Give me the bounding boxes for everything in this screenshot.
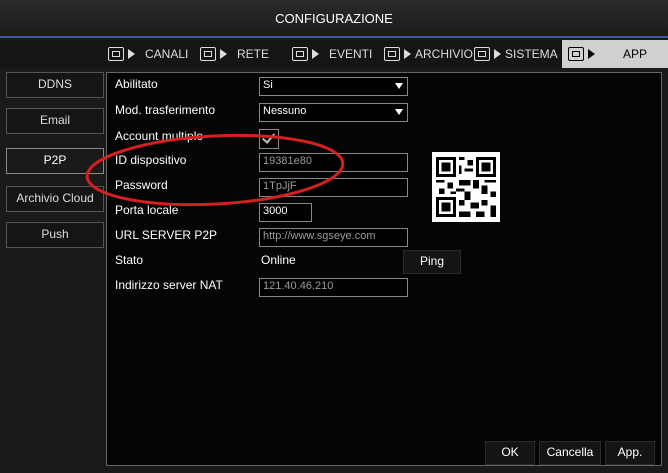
nat-server-field[interactable]: 121.40.46.210 bbox=[259, 278, 408, 297]
enabled-select[interactable]: Si bbox=[259, 77, 408, 96]
arrow-right-icon bbox=[404, 49, 411, 59]
dropdown-arrow-icon bbox=[395, 83, 403, 89]
status-label: Stato bbox=[115, 253, 144, 267]
tab-label: ARCHIVIO bbox=[415, 47, 474, 61]
warning-icon bbox=[292, 47, 308, 61]
nat-server-label: Indirizzo server NAT bbox=[115, 278, 223, 292]
camera-icon bbox=[108, 47, 124, 61]
sidebar-item-p2p[interactable]: P2P bbox=[6, 148, 104, 174]
tab-rete[interactable]: RETE bbox=[200, 40, 269, 68]
status-value: Online bbox=[261, 253, 296, 267]
sidebar-item-ddns[interactable]: DDNS bbox=[6, 72, 104, 98]
local-port-field[interactable]: 3000 bbox=[259, 203, 312, 222]
arrow-right-icon bbox=[312, 49, 319, 59]
transfer-mode-value: Nessuno bbox=[263, 105, 307, 117]
enabled-label: Abilitato bbox=[115, 77, 158, 91]
transfer-mode-label: Mod. trasferimento bbox=[115, 103, 216, 117]
tab-app[interactable]: APP bbox=[562, 40, 668, 68]
server-url-field[interactable]: http://www.sgseye.com bbox=[259, 228, 408, 247]
ok-button[interactable]: OK bbox=[485, 441, 535, 465]
device-id-field[interactable]: 19381e80 bbox=[259, 153, 408, 172]
app-icon bbox=[568, 47, 584, 61]
window-title: CONFIGURAZIONE bbox=[0, 0, 668, 38]
arrow-right-icon bbox=[588, 49, 595, 59]
password-field[interactable]: 1TpJjF bbox=[259, 178, 408, 197]
multi-account-label: Account multiplo bbox=[115, 129, 204, 143]
device-id-label: ID dispositivo bbox=[115, 153, 187, 167]
qr-code-image bbox=[432, 152, 500, 222]
tab-eventi[interactable]: EVENTI bbox=[292, 40, 372, 68]
monitor-icon bbox=[474, 47, 490, 61]
arrow-right-icon bbox=[494, 49, 501, 59]
sidebar: DDNS Email P2P Archivio Cloud Push bbox=[6, 72, 104, 462]
apply-button[interactable]: App. bbox=[605, 441, 655, 465]
transfer-mode-select[interactable]: Nessuno bbox=[259, 103, 408, 122]
dropdown-arrow-icon bbox=[395, 109, 403, 115]
local-port-label: Porta locale bbox=[115, 203, 179, 217]
tab-label: APP bbox=[623, 47, 648, 61]
p2p-settings-panel: Abilitato Si Mod. trasferimento Nessuno … bbox=[106, 72, 662, 466]
sidebar-item-push[interactable]: Push bbox=[6, 222, 104, 248]
arrow-right-icon bbox=[220, 49, 227, 59]
tab-bar: CANALI RETE EVENTI ARCHIVIO SISTEMA APP bbox=[0, 40, 668, 68]
storage-icon bbox=[384, 47, 400, 61]
tab-sistema[interactable]: SISTEMA bbox=[474, 40, 558, 68]
tab-label: CANALI bbox=[145, 47, 189, 61]
ping-button[interactable]: Ping bbox=[403, 250, 461, 274]
tab-label: RETE bbox=[237, 47, 270, 61]
enabled-value: Si bbox=[263, 79, 273, 91]
password-label: Password bbox=[115, 178, 168, 192]
tab-label: EVENTI bbox=[329, 47, 373, 61]
sidebar-item-email[interactable]: Email bbox=[6, 108, 104, 134]
tab-canali[interactable]: CANALI bbox=[108, 40, 188, 68]
multi-account-checkbox[interactable] bbox=[259, 129, 279, 149]
arrow-right-icon bbox=[128, 49, 135, 59]
sidebar-item-archivio-cloud[interactable]: Archivio Cloud bbox=[6, 186, 104, 212]
server-url-label: URL SERVER P2P bbox=[115, 228, 218, 242]
tab-archivio[interactable]: ARCHIVIO bbox=[384, 40, 473, 68]
tab-label: SISTEMA bbox=[505, 47, 558, 61]
network-icon bbox=[200, 47, 216, 61]
cancel-button[interactable]: Cancella bbox=[539, 441, 601, 465]
